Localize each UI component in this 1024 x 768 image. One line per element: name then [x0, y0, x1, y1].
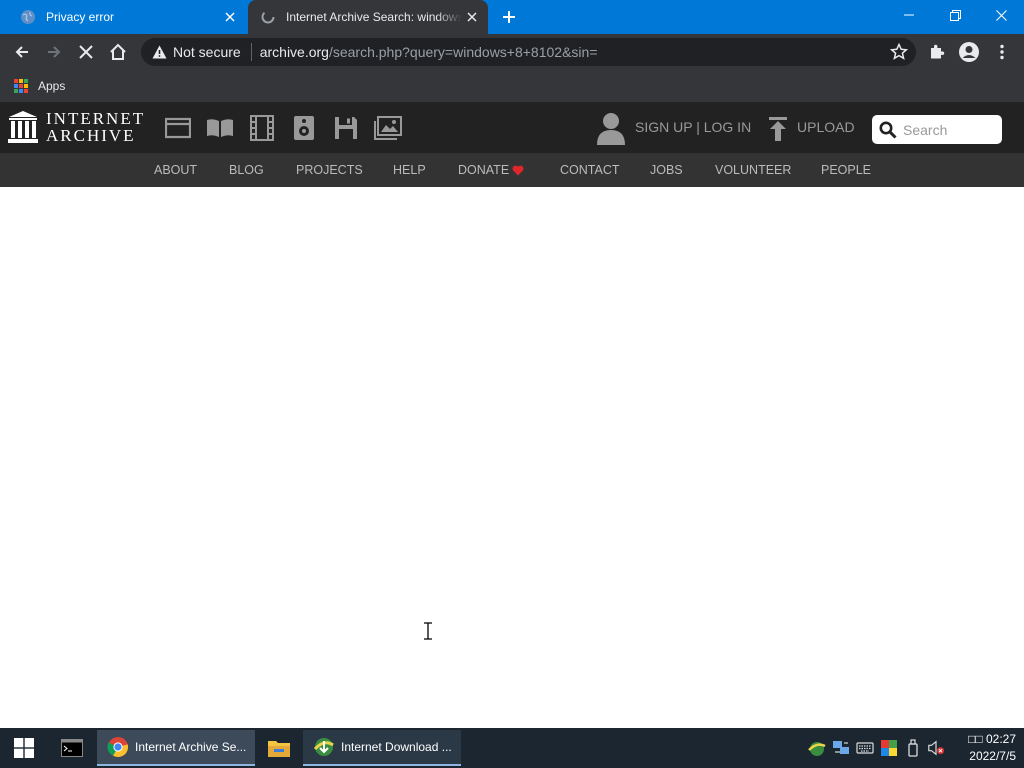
- taskbar-app-idm[interactable]: Internet Download ...: [303, 730, 461, 766]
- images-icon[interactable]: [374, 114, 402, 142]
- loading-spinner-icon: [261, 10, 275, 24]
- bookmark-star-icon[interactable]: [890, 43, 908, 61]
- taskbar-app-label: Internet Download ...: [341, 740, 452, 754]
- home-icon: [110, 43, 126, 60]
- stop-loading-button[interactable]: [72, 38, 100, 66]
- texts-icon[interactable]: [206, 114, 234, 142]
- nav-people[interactable]: PEOPLE: [821, 163, 871, 177]
- ia-logo-line1: INTERNET: [46, 109, 146, 128]
- taskbar: Internet Archive Se... Internet Download…: [0, 728, 1024, 768]
- back-button[interactable]: [8, 38, 36, 66]
- nav-volunteer[interactable]: VOLUNTEER: [715, 163, 791, 177]
- address-bar[interactable]: Not secure archive.org/search.php?query=…: [141, 38, 916, 66]
- nav-jobs[interactable]: JOBS: [650, 163, 683, 177]
- clock-time: □□ 02:27: [968, 732, 1016, 746]
- color-app-icon[interactable]: [880, 739, 898, 757]
- close-icon: [995, 9, 1007, 21]
- address-divider: [250, 43, 252, 61]
- chrome-icon: [107, 737, 129, 758]
- plus-icon: [503, 11, 515, 23]
- bookmarks-bar: Apps: [0, 70, 1024, 102]
- nav-projects[interactable]: PROJECTS: [296, 163, 363, 177]
- more-vertical-icon: [1000, 44, 1004, 60]
- system-clock[interactable]: □□ 02:27 2022/7/5: [950, 731, 1016, 765]
- volume-muted-icon[interactable]: [927, 739, 945, 757]
- nav-help[interactable]: HELP: [393, 163, 426, 177]
- ia-search-input[interactable]: [903, 121, 999, 138]
- ia-logo[interactable]: INTERNET ARCHIVE: [8, 110, 145, 144]
- usb-device-icon[interactable]: [904, 739, 922, 757]
- extensions-button[interactable]: [923, 38, 951, 66]
- arrow-right-icon: [48, 46, 61, 58]
- url-host: archive.org: [259, 44, 329, 60]
- profile-button[interactable]: [955, 38, 983, 66]
- tab-internet-archive-search[interactable]: Internet Archive Search: windows 8 8102: [248, 0, 488, 34]
- restore-icon: [949, 9, 961, 21]
- start-button[interactable]: [0, 728, 48, 768]
- text-cursor-icon: [424, 622, 432, 640]
- keyboard-icon[interactable]: [856, 739, 874, 757]
- web-icon[interactable]: [164, 114, 192, 142]
- idm-tray-icon[interactable]: [808, 739, 826, 757]
- tab-title: Privacy error: [46, 10, 115, 24]
- url-path: /search.php?query=windows+8+8102&sin=: [328, 44, 598, 60]
- ia-nav-bar: ABOUT BLOG PROJECTS HELP DONATE CONTACT …: [0, 153, 1024, 187]
- taskbar-app-chrome[interactable]: Internet Archive Se...: [97, 730, 255, 766]
- page-content[interactable]: [0, 187, 1024, 728]
- restore-button[interactable]: [932, 0, 978, 30]
- globe-icon: [21, 10, 35, 24]
- apps-grid-icon: [14, 79, 28, 93]
- ia-building-icon: [8, 111, 38, 143]
- stop-x-icon: [79, 45, 93, 59]
- warning-icon[interactable]: [151, 44, 167, 60]
- user-icon[interactable]: [596, 111, 626, 145]
- browser-toolbar: Not secure archive.org/search.php?query=…: [0, 34, 1024, 70]
- file-explorer-taskbar-button[interactable]: [258, 728, 300, 768]
- ia-logo-line2: ARCHIVE: [46, 126, 136, 145]
- folder-icon: [268, 741, 290, 757]
- nav-about[interactable]: ABOUT: [154, 163, 197, 177]
- chrome-menu-button[interactable]: [988, 38, 1016, 66]
- new-tab-button[interactable]: [497, 5, 521, 29]
- nav-donate[interactable]: DONATE: [458, 163, 509, 177]
- close-window-button[interactable]: [978, 0, 1024, 30]
- tab-strip: Privacy error Internet Archive Search: w…: [0, 0, 1024, 34]
- minimize-button[interactable]: [886, 0, 932, 30]
- minimize-icon: [904, 14, 914, 16]
- tab-privacy-error[interactable]: Privacy error: [8, 0, 246, 34]
- ia-search-box[interactable]: [872, 115, 1002, 144]
- network-icon[interactable]: [832, 739, 850, 757]
- signup-login-link[interactable]: SIGN UP | LOG IN: [635, 119, 751, 135]
- nav-contact[interactable]: CONTACT: [560, 163, 620, 177]
- ia-header: INTERNET ARCHIVE SIGN UP | LOG IN UPLOAD: [0, 102, 1024, 153]
- software-icon[interactable]: [332, 114, 360, 142]
- audio-icon[interactable]: [290, 114, 318, 142]
- taskbar-app-label: Internet Archive Se...: [135, 740, 247, 754]
- arrow-left-icon: [15, 46, 28, 58]
- clock-date: 2022/7/5: [969, 749, 1016, 763]
- upload-link[interactable]: UPLOAD: [797, 119, 855, 135]
- account-circle-icon: [959, 42, 979, 62]
- tab-title: Internet Archive Search: windows 8 8102: [286, 10, 462, 24]
- home-button[interactable]: [104, 38, 132, 66]
- video-icon[interactable]: [248, 114, 276, 142]
- search-icon[interactable]: [879, 121, 897, 139]
- apps-label: Apps: [38, 79, 66, 93]
- windows-logo-icon: [14, 738, 34, 758]
- apps-shortcut[interactable]: Apps: [14, 79, 65, 93]
- terminal-icon: [61, 739, 83, 757]
- close-tab-icon[interactable]: [462, 7, 482, 27]
- idm-icon: [313, 738, 334, 756]
- nav-blog[interactable]: BLOG: [229, 163, 264, 177]
- security-status[interactable]: Not secure: [173, 44, 241, 60]
- forward-button[interactable]: [40, 38, 68, 66]
- terminal-taskbar-button[interactable]: [50, 728, 94, 768]
- upload-icon[interactable]: [767, 117, 789, 141]
- heart-icon[interactable]: [512, 165, 524, 176]
- close-tab-icon[interactable]: [220, 7, 240, 27]
- puzzle-icon: [931, 44, 945, 59]
